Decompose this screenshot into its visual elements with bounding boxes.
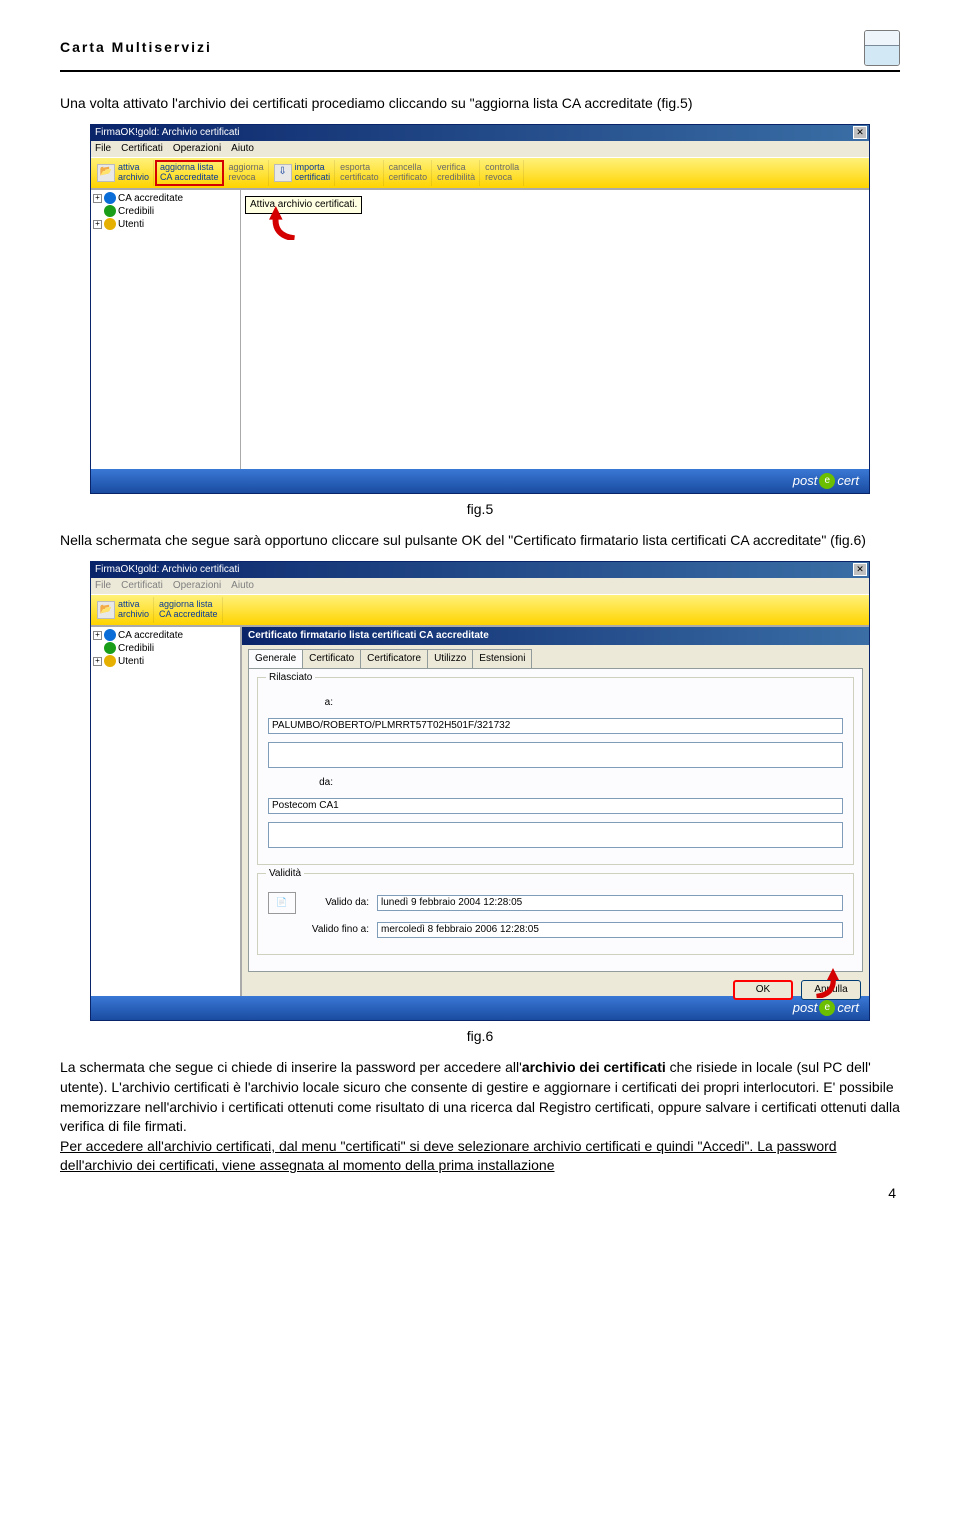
tooltip: Attiva archivio certificati.	[245, 196, 362, 214]
dialog-buttons: OK Annulla	[242, 976, 869, 1008]
label-valido-da: Valido da:	[304, 896, 369, 910]
toolbar-importa-certificati[interactable]: ⇩ importacertificati	[270, 160, 336, 186]
close-icon[interactable]: ✕	[853, 563, 867, 576]
tab-certificatore[interactable]: Certificatore	[360, 649, 428, 668]
certificate-dialog: Certificato firmatario lista certificati…	[241, 627, 869, 996]
tree-credibili[interactable]: Credibili	[93, 205, 238, 218]
menu-certificati[interactable]: Certificati	[121, 142, 163, 156]
menu-file[interactable]: File	[95, 579, 111, 593]
fig6-titlebar: FirmaOK!gold: Archivio certificati ✕	[91, 562, 869, 578]
value-empty[interactable]	[268, 822, 843, 848]
toolbar-attiva-archivio[interactable]: 📂 attivaarchivio	[93, 597, 154, 623]
user-icon	[104, 655, 116, 667]
menu-operazioni[interactable]: Operazioni	[173, 142, 221, 156]
fig5-content: + CA accreditate Credibili + Utenti Atti…	[91, 189, 869, 469]
red-arrow-icon	[269, 206, 303, 240]
menu-operazioni[interactable]: Operazioni	[173, 579, 221, 593]
toolbar-esporta-certificato[interactable]: esportacertificato	[336, 160, 384, 186]
plus-icon[interactable]: +	[93, 194, 102, 203]
fig6-window-title: FirmaOK!gold: Archivio certificati	[95, 563, 240, 577]
tab-certificato[interactable]: Certificato	[302, 649, 361, 668]
label-valido-fino: Valido fino a:	[304, 923, 369, 937]
fig5-window: FirmaOK!gold: Archivio certificati ✕ Fil…	[90, 124, 870, 494]
paragraph-after-fig6-2: Per accedere all'archivio certificati, d…	[60, 1137, 900, 1176]
tree-ca-accreditate[interactable]: + CA accreditate	[93, 629, 238, 642]
toolbar-aggiorna-lista[interactable]: aggiorna listaCA accreditate	[155, 160, 224, 186]
menu-aiuto[interactable]: Aiuto	[231, 579, 254, 593]
paragraph-intro-fig5: Una volta attivato l'archivio dei certif…	[60, 94, 900, 114]
fig5-main: Attiva archivio certificati.	[241, 190, 869, 469]
tree-utenti[interactable]: + Utenti	[93, 218, 238, 231]
legend-rilasciato: Rilasciato	[266, 671, 315, 685]
shield-icon	[104, 205, 116, 217]
tree-utenti[interactable]: + Utenti	[93, 655, 238, 668]
value-valido-fino[interactable]: mercoledì 8 febbraio 2006 12:28:05	[377, 922, 843, 938]
toolbar-aggiorna-revoca[interactable]: aggiornarevoca	[225, 160, 269, 186]
toolbar-verifica-credibilita[interactable]: verificacredibilità	[433, 160, 480, 186]
fig6-window: FirmaOK!gold: Archivio certificati ✕ Fil…	[90, 561, 870, 1021]
fig5-caption: fig.5	[60, 500, 900, 520]
fig6-menubar: File Certificati Operazioni Aiuto	[91, 578, 869, 594]
fig5-toolbar: 📂 attivaarchivio aggiorna listaCA accred…	[91, 157, 869, 189]
header-logo-icon	[864, 30, 900, 66]
page-header: Carta Multiservizi	[60, 30, 900, 72]
shield-icon	[104, 642, 116, 654]
menu-certificati[interactable]: Certificati	[121, 579, 163, 593]
dialog-tabs: Generale Certificato Certificatore Utili…	[242, 645, 869, 668]
toolbar-controlla-revoca[interactable]: controllarevoca	[481, 160, 524, 186]
legend-validita: Validità	[266, 867, 304, 881]
toolbar-aggiorna-lista[interactable]: aggiorna listaCA accreditate	[155, 597, 223, 623]
globe-icon	[104, 192, 116, 204]
tab-utilizzo[interactable]: Utilizzo	[427, 649, 473, 668]
fig6-content: + CA accreditate Credibili + Utenti Cert…	[91, 626, 869, 996]
dialog-title: Certificato firmatario lista certificati…	[242, 627, 869, 645]
toolbar-cancella-certificato[interactable]: cancellacertificato	[385, 160, 433, 186]
fig6-toolbar: 📂 attivaarchivio aggiorna listaCA accred…	[91, 594, 869, 626]
fig5-menubar: File Certificati Operazioni Aiuto	[91, 141, 869, 157]
group-rilasciato: Rilasciato a: PALUMBO/ROBERTO/PLMRRT57T0…	[257, 677, 854, 865]
tree-credibili[interactable]: Credibili	[93, 642, 238, 655]
tab-generale[interactable]: Generale	[248, 649, 303, 668]
plus-icon[interactable]: +	[93, 631, 102, 640]
folder-icon: 📂	[97, 601, 115, 619]
dialog-body: Rilasciato a: PALUMBO/ROBERTO/PLMRRT57T0…	[248, 668, 863, 972]
fig5-tree: + CA accreditate Credibili + Utenti	[91, 190, 241, 469]
fig5-footer: postecert	[91, 469, 869, 493]
fig6-caption: fig.6	[60, 1027, 900, 1047]
e-badge-icon: e	[819, 473, 835, 489]
toolbar-attiva-archivio[interactable]: 📂 attivaarchivio	[93, 160, 154, 186]
plus-icon[interactable]: +	[93, 657, 102, 666]
fig5-titlebar: FirmaOK!gold: Archivio certificati ✕	[91, 125, 869, 141]
plus-icon[interactable]: +	[93, 220, 102, 229]
label-a: a:	[268, 696, 333, 710]
tree-ca-accreditate[interactable]: + CA accreditate	[93, 192, 238, 205]
paragraph-after-fig6-1: La schermata che segue ci chiede di inse…	[60, 1058, 900, 1136]
folder-icon: 📂	[97, 164, 115, 182]
header-title: Carta Multiservizi	[60, 38, 212, 58]
page-number: 4	[60, 1184, 900, 1204]
paragraph-intro-fig6: Nella schermata che segue sarà opportuno…	[60, 531, 900, 551]
tab-estensioni[interactable]: Estensioni	[472, 649, 532, 668]
menu-aiuto[interactable]: Aiuto	[231, 142, 254, 156]
ok-button[interactable]: OK	[733, 980, 793, 1000]
fig5-window-title: FirmaOK!gold: Archivio certificati	[95, 126, 240, 140]
close-icon[interactable]: ✕	[853, 126, 867, 139]
value-rilasciato-da[interactable]: Postecom CA1	[268, 798, 843, 814]
group-validita: Validità 📄 Valido da: lunedì 9 febbraio …	[257, 873, 854, 955]
value-empty[interactable]	[268, 742, 843, 768]
fig6-tree: + CA accreditate Credibili + Utenti	[91, 627, 241, 996]
label-da: da:	[268, 776, 333, 790]
user-icon	[104, 218, 116, 230]
globe-icon	[104, 629, 116, 641]
certificate-icon: 📄	[268, 892, 296, 914]
value-rilasciato-a[interactable]: PALUMBO/ROBERTO/PLMRRT57T02H501F/321732	[268, 718, 843, 734]
import-icon: ⇩	[274, 164, 292, 182]
fig6-main: Certificato firmatario lista certificati…	[241, 627, 869, 996]
value-valido-da[interactable]: lunedì 9 febbraio 2004 12:28:05	[377, 895, 843, 911]
red-arrow-icon	[809, 968, 839, 998]
menu-file[interactable]: File	[95, 142, 111, 156]
